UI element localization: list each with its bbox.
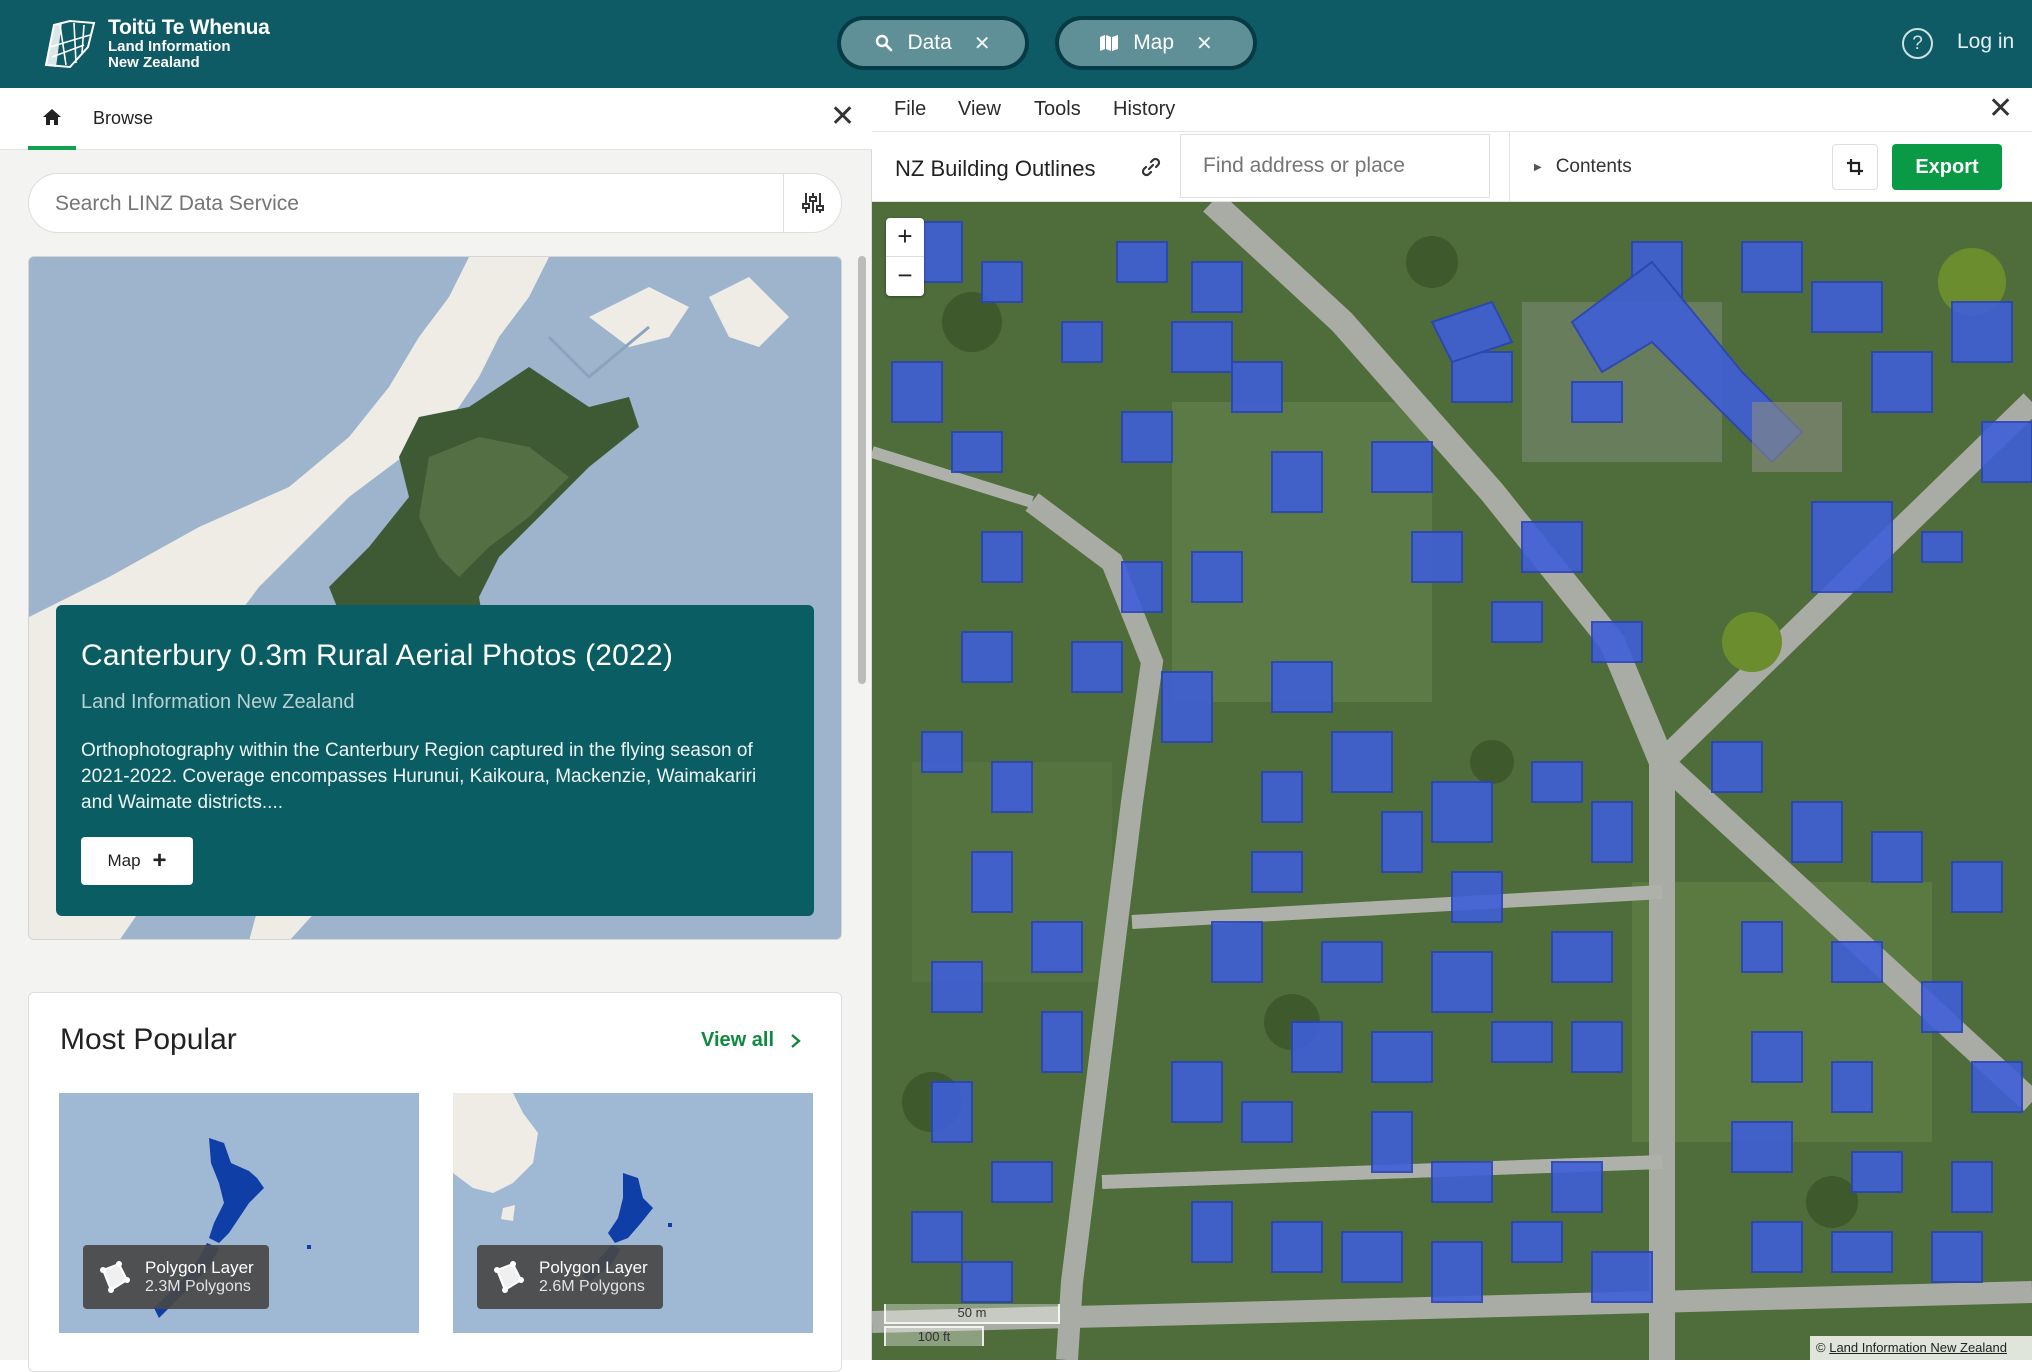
crop-icon [1847, 159, 1863, 175]
layer-title: NZ Building Outlines [895, 156, 1096, 181]
featured-title[interactable]: Canterbury 0.3m Rural Aerial Photos (202… [81, 639, 789, 673]
scale-metric: 50 m [884, 1304, 1060, 1324]
export-button[interactable]: Export [1892, 144, 2002, 190]
find-address-input[interactable] [1180, 134, 1490, 198]
tab-map-label: Map [1133, 31, 1175, 54]
add-to-map-label: Map [107, 851, 141, 870]
chevron-right-icon [791, 1033, 801, 1048]
close-map-icon[interactable]: ✕ [1988, 94, 2013, 124]
layer-count-label: 2.3M Polygons [145, 1278, 251, 1295]
close-panel-icon[interactable]: ✕ [830, 102, 855, 132]
layer-type-badge: Polygon Layer 2.6M Polygons [477, 1245, 663, 1309]
attribution-link[interactable]: Land Information New Zealand [1829, 1340, 2007, 1355]
scrollbar[interactable] [858, 256, 866, 684]
plus-icon: + [152, 847, 167, 874]
layer-type-badge: Polygon Layer 2.3M Polygons [83, 1245, 269, 1309]
menu-bar: File View Tools History ✕ [872, 88, 2032, 132]
menu-view[interactable]: View [958, 98, 1001, 121]
linz-logo-icon [44, 19, 96, 69]
view-all-link[interactable]: View all [701, 1029, 802, 1052]
home-icon [43, 109, 61, 125]
zoom-in-button[interactable]: + [886, 218, 924, 257]
map-attribution: © Land Information New Zealand [1810, 1336, 2032, 1360]
link-icon[interactable] [1140, 156, 1162, 178]
aerial-imagery [872, 202, 2032, 1360]
add-to-map-button[interactable]: Map + [81, 837, 193, 885]
map-icon [1100, 35, 1119, 51]
help-icon[interactable]: ? [1902, 28, 1933, 59]
polygon-layer-icon [494, 1261, 524, 1293]
top-header: Toitū Te Whenua Land Information New Zea… [0, 0, 2032, 88]
contents-toggle[interactable]: ▶ Contents [1534, 156, 1632, 178]
menu-history[interactable]: History [1113, 98, 1175, 121]
browse-bar: Browse ✕ [0, 88, 872, 150]
login-link[interactable]: Log in [1957, 30, 2014, 54]
contents-label: Contents [1555, 156, 1632, 177]
layer-count-label: 2.6M Polygons [539, 1278, 645, 1295]
sliders-icon [801, 193, 824, 213]
map-canvas[interactable]: + − 50 m 100 ft © Land Information New Z… [872, 202, 2032, 1360]
tab-home[interactable] [28, 88, 76, 150]
menu-file[interactable]: File [894, 98, 926, 121]
search-box [28, 173, 842, 233]
popular-item[interactable]: Polygon Layer 2.6M Polygons [453, 1093, 813, 1333]
featured-publisher: Land Information New Zealand [81, 691, 355, 713]
layer-type-label: Polygon Layer [145, 1258, 254, 1277]
scale-bar: 50 m 100 ft [884, 1304, 1060, 1348]
featured-card: Canterbury 0.3m Rural Aerial Photos (202… [56, 605, 814, 916]
most-popular-title: Most Popular [60, 1023, 237, 1056]
view-all-label: View all [701, 1029, 775, 1051]
logo-line-1: Toitū Te Whenua [108, 16, 270, 40]
caret-right-icon: ▶ [1534, 161, 1542, 173]
most-popular-section: Most Popular View all Polygon Layer 2.3M… [28, 992, 842, 1372]
featured-dataset[interactable]: Canterbury 0.3m Rural Aerial Photos (202… [28, 256, 842, 940]
tab-data[interactable]: Data ✕ [837, 16, 1029, 70]
featured-description: Orthophotography within the Canterbury R… [81, 740, 757, 813]
tab-data-label: Data [907, 31, 952, 54]
linz-logo[interactable]: Toitū Te Whenua Land Information New Zea… [40, 14, 270, 74]
map-panel: File View Tools History ✕ NZ Building Ou… [872, 88, 2032, 1360]
logo-line-3: New Zealand [108, 54, 200, 72]
browse-panel: Browse ✕ Canterbury 0. [0, 88, 872, 1372]
filter-button[interactable] [783, 174, 841, 232]
tab-map-close-icon[interactable]: ✕ [1196, 31, 1213, 56]
scale-imperial: 100 ft [884, 1326, 984, 1346]
logo-line-2: Land Information [108, 38, 231, 56]
attribution-prefix: © [1816, 1340, 1826, 1355]
tab-browse[interactable]: Browse [93, 108, 153, 129]
popular-item[interactable]: Polygon Layer 2.3M Polygons [59, 1093, 419, 1333]
map-toolbar: NZ Building Outlines ▶ Contents Export [872, 132, 2032, 202]
search-icon [876, 34, 893, 52]
search-input[interactable] [55, 192, 755, 216]
crop-button[interactable] [1832, 144, 1878, 190]
tab-map[interactable]: Map ✕ [1055, 16, 1257, 70]
zoom-out-button[interactable]: − [886, 257, 924, 296]
toolbar-divider [1509, 132, 1510, 202]
zoom-controls: + − [886, 218, 924, 296]
layer-type-label: Polygon Layer [539, 1258, 648, 1277]
tab-data-close-icon[interactable]: ✕ [974, 31, 991, 56]
menu-tools[interactable]: Tools [1034, 98, 1081, 121]
polygon-layer-icon [100, 1261, 130, 1293]
